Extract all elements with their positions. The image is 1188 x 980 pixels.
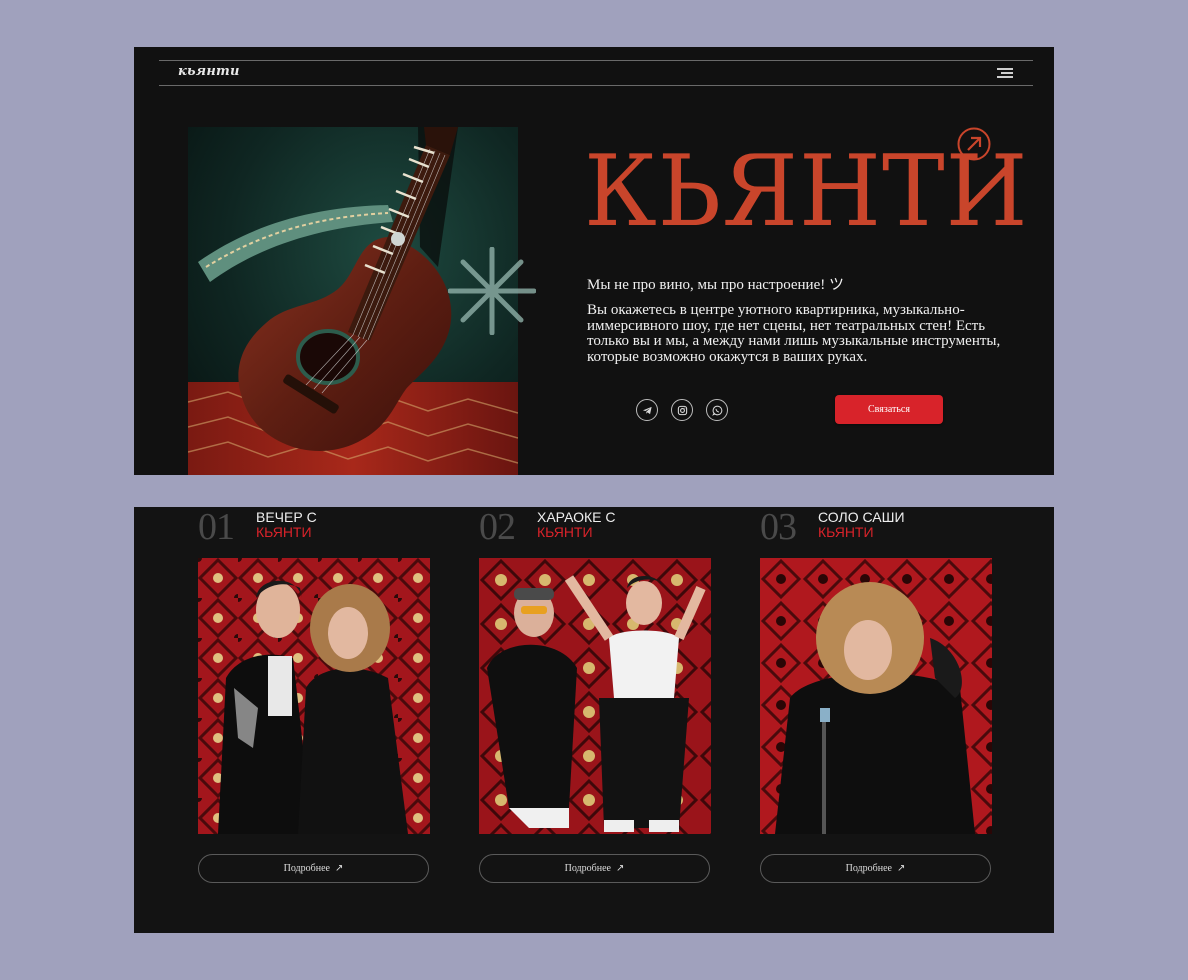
- top-navbar: кьянти: [159, 60, 1033, 86]
- show-card-1: 01 ВЕЧЕР С КЬЯНТИ Подробнее ↗: [198, 507, 430, 907]
- instagram-icon[interactable]: [671, 399, 693, 421]
- arrow-up-right-icon[interactable]: [957, 127, 991, 161]
- asterisk-decoration-icon: [448, 247, 536, 335]
- show-title: ХАРАОКЕ С КЬЯНТИ: [537, 510, 616, 540]
- show-title-line1: ВЕЧЕР С: [256, 509, 317, 525]
- show-title-line1: ХАРАОКЕ С: [537, 509, 616, 525]
- more-button[interactable]: Подробнее ↗: [760, 854, 991, 883]
- hero-description: Вы окажетесь в центре уютного квартирник…: [587, 302, 1001, 365]
- shows-section: 01 ВЕЧЕР С КЬЯНТИ Подробнее ↗ 02 ХАРАОКЕ…: [134, 507, 1054, 933]
- show-card-2: 02 ХАРАОКЕ С КЬЯНТИ Подробнее ↗: [479, 507, 711, 907]
- telegram-icon[interactable]: [636, 399, 658, 421]
- arrow-up-right-icon: ↗: [896, 863, 906, 874]
- show-number: 02: [479, 507, 516, 548]
- show-title: СОЛО САШИ КЬЯНТИ: [818, 510, 905, 540]
- contact-button[interactable]: Связаться: [835, 395, 943, 424]
- show-card-3: 03 СОЛО САШИ КЬЯНТИ Подробнее ↗: [760, 507, 992, 907]
- show-photo-duo: [198, 558, 430, 834]
- show-number: 01: [198, 507, 235, 548]
- show-title-line1: СОЛО САШИ: [818, 509, 905, 525]
- hero-tagline: Мы не про вино, мы про настроение! ツ: [587, 277, 844, 293]
- hamburger-menu-icon[interactable]: [997, 68, 1013, 79]
- show-photo-solo: [760, 558, 992, 834]
- whatsapp-icon[interactable]: [706, 399, 728, 421]
- arrow-up-right-icon: ↗: [615, 863, 625, 874]
- arrow-up-right-icon: ↗: [334, 863, 344, 874]
- more-button[interactable]: Подробнее ↗: [198, 854, 429, 883]
- hero-section: кьянти КЬЯНТИ Мы не про вино, мы про нас…: [134, 47, 1054, 475]
- show-photo-karaoke: [479, 558, 711, 834]
- show-title: ВЕЧЕР С КЬЯНТИ: [256, 510, 317, 540]
- site-logo[interactable]: кьянти: [178, 64, 240, 79]
- show-title-line2: КЬЯНТИ: [256, 524, 312, 540]
- show-number: 03: [760, 507, 797, 548]
- show-title-line2: КЬЯНТИ: [537, 524, 593, 540]
- show-title-line2: КЬЯНТИ: [818, 524, 874, 540]
- more-button[interactable]: Подробнее ↗: [479, 854, 710, 883]
